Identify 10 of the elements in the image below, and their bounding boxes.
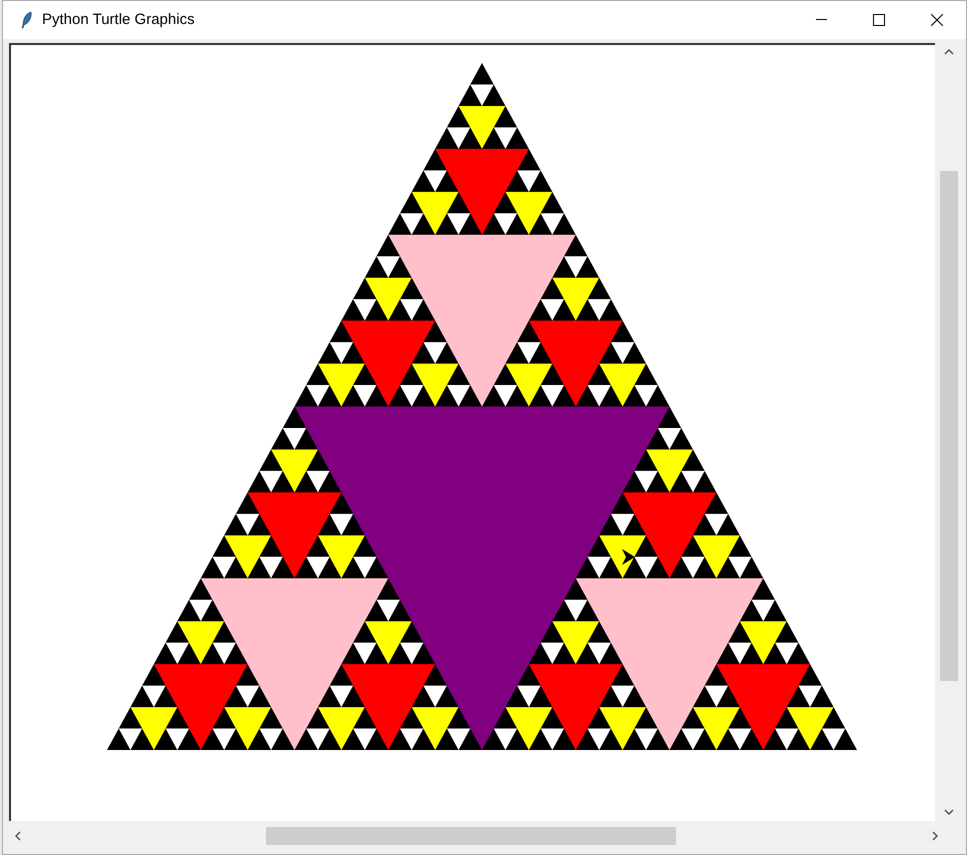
turtle-cursor-icon — [622, 549, 635, 565]
minimize-icon — [816, 19, 826, 21]
feather-icon — [21, 11, 33, 29]
close-icon — [931, 14, 943, 26]
scroll-right-icon[interactable] — [932, 831, 938, 841]
scroll-down-icon[interactable] — [944, 809, 954, 815]
scroll-left-icon[interactable] — [15, 831, 21, 841]
maximize-icon — [873, 14, 885, 26]
window-title: Python Turtle Graphics — [42, 10, 195, 30]
scroll-up-icon[interactable] — [944, 49, 954, 55]
